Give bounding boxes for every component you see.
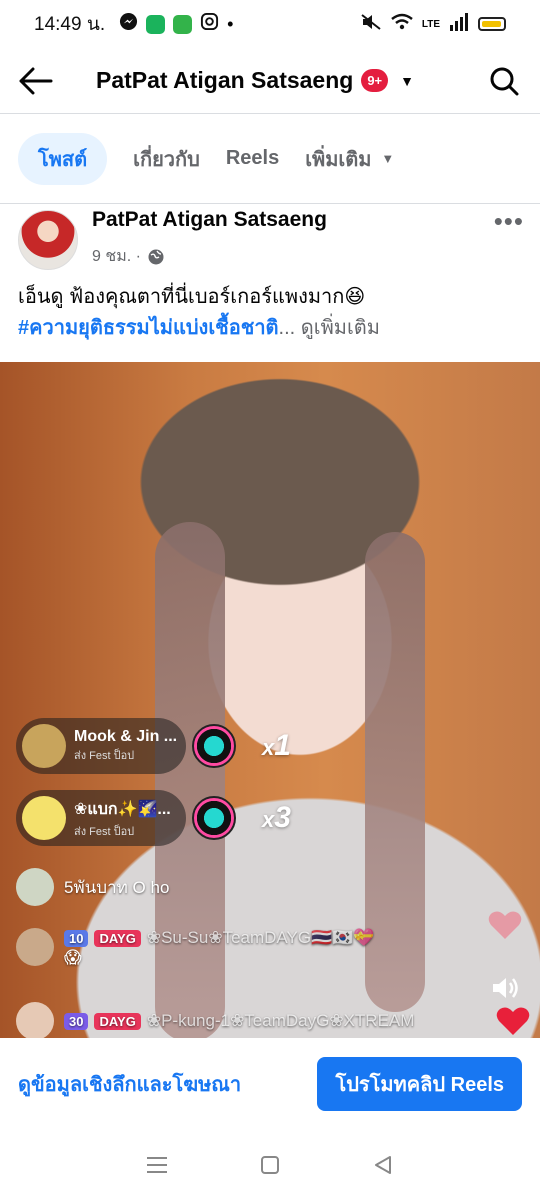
comment-text: 5พันบาท O ho xyxy=(64,877,170,897)
network-type: LTE xyxy=(421,18,440,30)
chevron-down-icon: ▼ xyxy=(381,151,395,166)
post-header: PatPat Atigan Satsaeng 9 ชม. · ••• xyxy=(0,204,540,276)
status-bar: 14:49 น. • LTE xyxy=(0,0,540,48)
home-square-icon xyxy=(260,1156,279,1174)
hashtag-link[interactable]: #ความยุติธรรมไม่แบ่งเชื้อชาติ xyxy=(18,317,279,339)
avatar xyxy=(16,868,54,906)
post-caption: เอ็นดู ฟ้องคุณตาที่นี่เบอร์เกอร์แพงมาก😆 … xyxy=(18,282,528,344)
line-icon xyxy=(173,14,193,34)
status-app-icons: • xyxy=(119,12,233,36)
system-back-button[interactable] xyxy=(363,1145,403,1185)
post-meta: 9 ชม. · xyxy=(92,244,165,269)
shield-app-icon xyxy=(146,14,166,34)
back-button[interactable] xyxy=(0,48,72,114)
gift-sender-name: ❀แบก✨🌠... xyxy=(74,800,171,818)
search-icon xyxy=(490,67,519,95)
back-triangle-icon xyxy=(375,1156,392,1174)
avatar[interactable] xyxy=(18,210,78,270)
gift-label: ส่ง Fest ป็อป xyxy=(74,825,135,838)
profile-tabs: โพสต์ เกี่ยวกับ Reels เพิ่มเติม ▼ xyxy=(0,114,540,204)
promote-reel-button[interactable]: โปรโมทคลิป Reels xyxy=(317,1057,522,1111)
search-button[interactable] xyxy=(468,48,540,114)
system-nav-bar xyxy=(0,1130,540,1200)
tab-more[interactable]: เพิ่มเติม ▼ xyxy=(305,133,394,185)
more-options-icon[interactable]: ••• xyxy=(494,206,524,237)
page-title[interactable]: PatPat Atigan Satsaeng xyxy=(96,67,353,94)
gift-count: x3 xyxy=(262,801,291,835)
comment-text: ❀Su-Su❀TeamDAYG🇹🇭🇰🇷💝 xyxy=(146,928,375,947)
status-dot: • xyxy=(227,13,234,34)
gift-pill: ❀แบก✨🌠... ส่ง Fest ป็อป xyxy=(16,790,186,846)
level-badge: 30 xyxy=(64,1012,89,1030)
gift-sender-name: Mook & Jin ... xyxy=(74,728,178,745)
tab-about[interactable]: เกี่ยวกับ xyxy=(133,133,200,185)
live-comment: 5พันบาท O ho xyxy=(16,868,169,906)
reel-video[interactable]: Mook & Jin ... ส่ง Fest ป็อป x1 ❀แบก✨🌠..… xyxy=(0,362,540,1038)
gift-count-value: 1 xyxy=(274,729,291,762)
view-insights-link[interactable]: ดูข้อมูลเชิงลึกและโฆษณา xyxy=(18,1068,241,1100)
caption-ellipsis: ... xyxy=(278,317,296,339)
gift-pill: Mook & Jin ... ส่ง Fest ป็อป xyxy=(16,718,186,774)
recent-apps-button[interactable] xyxy=(137,1145,177,1185)
live-comment: 10 DAYG ❀Su-Su❀TeamDAYG🇹🇭🇰🇷💝 😱 xyxy=(16,928,375,968)
notification-badge: 9+ xyxy=(361,69,389,92)
see-more-link[interactable]: ดูเพิ่มเติม xyxy=(301,317,380,339)
comment-text: ❀P-kung-1❀TeamDayG❀XTREAM xyxy=(146,1011,415,1030)
team-badge: DAYG xyxy=(94,1012,141,1030)
gift-notification: Mook & Jin ... ส่ง Fest ป็อป x1 xyxy=(16,718,291,774)
messenger-icon xyxy=(119,12,138,36)
home-button[interactable] xyxy=(250,1145,290,1185)
avatar xyxy=(22,724,66,768)
gift-notification: ❀แบก✨🌠... ส่ง Fest ป็อป x3 xyxy=(16,790,291,846)
post-actions: ดูข้อมูลเชิงลึกและโฆษณา โปรโมทคลิป Reels xyxy=(0,1038,540,1130)
avatar xyxy=(16,1002,54,1038)
post-time[interactable]: 9 ชม. · xyxy=(92,244,141,269)
mute-icon xyxy=(360,13,382,36)
instagram-icon xyxy=(200,12,219,36)
battery-icon xyxy=(478,17,506,31)
gift-label: ส่ง Fest ป็อป xyxy=(74,750,135,762)
comment-text: 😱 xyxy=(64,948,82,967)
caption-text: เอ็นดู ฟ้องคุณตาที่นี่เบอร์เกอร์แพงมาก😆 xyxy=(18,286,366,308)
status-indicators: LTE xyxy=(360,12,506,36)
menu-icon xyxy=(146,1157,167,1173)
gift-icon xyxy=(192,796,236,840)
heart-icon xyxy=(496,1007,530,1035)
chevron-down-icon[interactable]: ▼ xyxy=(400,73,414,89)
heart-icon xyxy=(488,911,522,939)
post-author[interactable]: PatPat Atigan Satsaeng xyxy=(92,208,327,232)
sound-toggle-button[interactable] xyxy=(490,972,522,1004)
signal-icon xyxy=(449,12,469,36)
avatar xyxy=(16,928,54,966)
tab-more-label: เพิ่มเติม xyxy=(305,148,372,171)
back-arrow-icon xyxy=(19,67,53,94)
live-comment: 30 DAYG ❀P-kung-1❀TeamDayG❀XTREAM xyxy=(16,1002,414,1038)
gift-multiplier: x xyxy=(262,807,275,832)
team-badge: DAYG xyxy=(94,930,141,947)
speaker-icon xyxy=(493,978,518,998)
gift-count-value: 3 xyxy=(274,801,291,834)
wifi-icon xyxy=(391,13,413,36)
gift-multiplier: x xyxy=(262,735,275,760)
gift-icon xyxy=(192,724,236,768)
level-badge: 10 xyxy=(64,930,89,947)
globe-icon xyxy=(148,249,164,264)
gift-count: x1 xyxy=(262,729,291,763)
status-time: 14:49 น. xyxy=(34,14,106,35)
tab-posts[interactable]: โพสต์ xyxy=(18,132,108,185)
avatar xyxy=(22,796,66,840)
tab-reels[interactable]: Reels xyxy=(226,133,279,185)
page-header: PatPat Atigan Satsaeng 9+ ▼ xyxy=(0,48,540,114)
